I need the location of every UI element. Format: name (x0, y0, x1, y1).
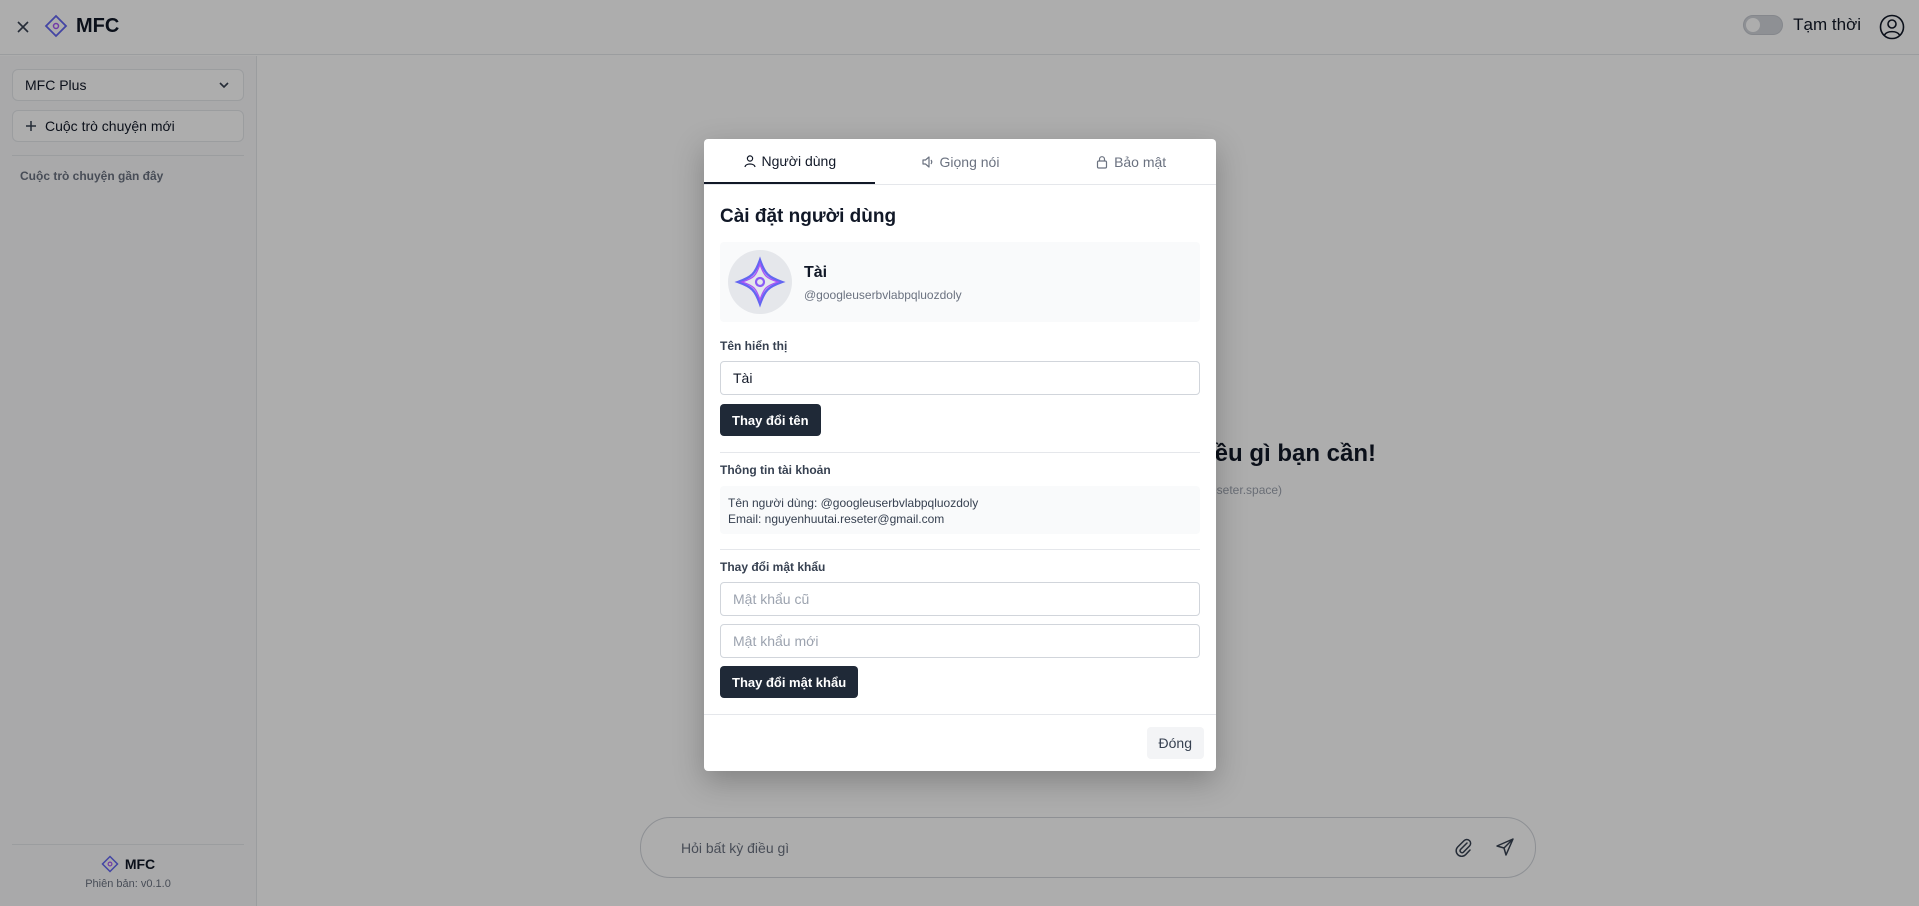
account-email: Email: nguyenhuutai.reseter@gmail.com (728, 512, 945, 526)
close-button[interactable]: Đóng (1146, 727, 1204, 759)
speaker-icon (921, 155, 932, 168)
avatar-logo-icon (734, 256, 786, 308)
modal-title: Cài đặt người dùng (720, 206, 897, 227)
tab-user[interactable]: Người dùng (704, 139, 875, 184)
change-password-button[interactable]: Thay đổi mật khẩu (720, 666, 859, 698)
change-password-label: Thay đổi mật khẩu (720, 560, 826, 574)
user-icon (743, 154, 756, 167)
account-username: Tên người dùng: @googleuserbvlabpqluozdo… (728, 496, 979, 510)
account-info-label: Thông tin tài khoản (720, 463, 831, 477)
tab-user-label: Người dùng (761, 152, 837, 169)
avatar (728, 250, 792, 314)
tab-security-label: Bảo mật (1114, 153, 1167, 170)
profile-card: Tài @googleuserbvlabpqluozdoly (720, 242, 1200, 322)
lock-icon (1096, 155, 1108, 169)
profile-name: Tài (804, 264, 828, 281)
user-settings-modal: Người dùng Giọng nói Bảo mật Cài đặt ngư… (704, 139, 1216, 771)
change-name-button[interactable]: Thay đổi tên (720, 404, 821, 436)
settings-tabs: Người dùng Giọng nói Bảo mật (704, 139, 1216, 185)
old-password-input[interactable] (720, 582, 1200, 616)
tab-voice[interactable]: Giọng nói (875, 139, 1046, 184)
section-divider (720, 452, 1200, 453)
account-info-box: Tên người dùng: @googleuserbvlabpqluozdo… (720, 486, 1200, 534)
tab-voice-label: Giọng nói (939, 153, 1000, 170)
tab-security[interactable]: Bảo mật (1045, 139, 1216, 184)
section-divider (720, 549, 1200, 550)
display-name-input[interactable] (720, 361, 1200, 395)
modal-footer-divider (704, 714, 1216, 715)
new-password-input[interactable] (720, 624, 1200, 658)
display-name-label: Tên hiển thị (720, 339, 788, 353)
profile-handle: @googleuserbvlabpqluozdoly (804, 288, 962, 302)
